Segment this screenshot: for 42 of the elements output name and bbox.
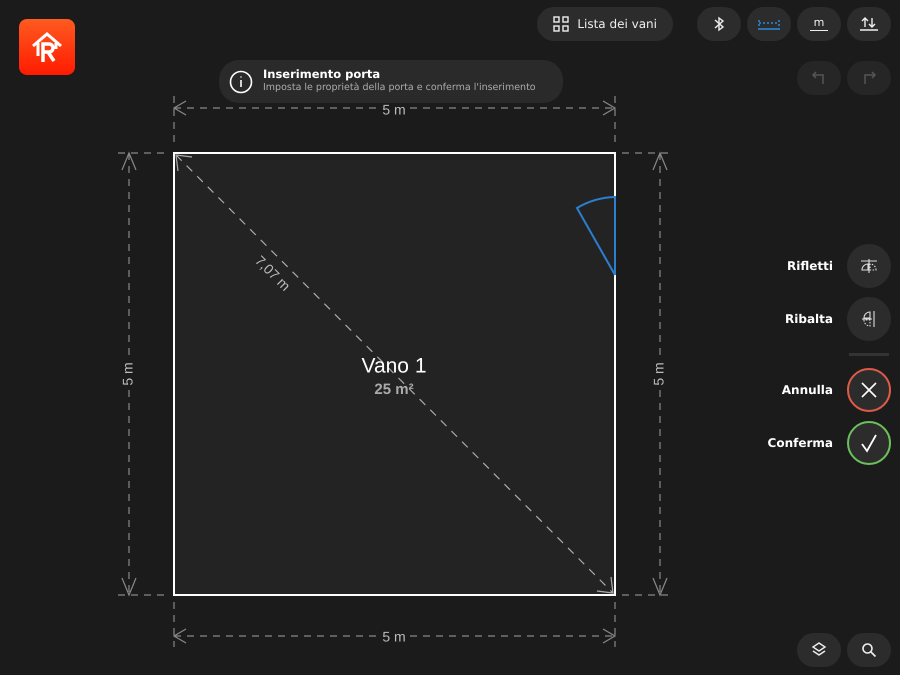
check-icon bbox=[859, 433, 879, 453]
extension-line bbox=[622, 152, 671, 154]
sort-tool-button[interactable] bbox=[847, 7, 891, 41]
toast-title: Inserimento porta bbox=[263, 68, 382, 82]
house-icon bbox=[29, 29, 65, 65]
search-button[interactable] bbox=[847, 633, 891, 667]
layers-icon bbox=[811, 642, 827, 658]
cancel-button[interactable] bbox=[847, 368, 891, 412]
info-icon bbox=[229, 70, 253, 94]
action-label: Rifletti bbox=[787, 258, 833, 275]
dimension-label: 5 m bbox=[650, 362, 667, 386]
mirror-button[interactable] bbox=[847, 244, 891, 288]
ruler-icon bbox=[757, 17, 781, 31]
extension-line bbox=[622, 594, 671, 596]
grid-icon bbox=[553, 16, 570, 32]
toast-message: Imposta le proprietà della porta e conferma l'inserimento bbox=[263, 82, 536, 95]
undo-icon bbox=[811, 71, 827, 85]
app-logo[interactable] bbox=[19, 19, 75, 75]
room-name: Vano 1 bbox=[362, 354, 426, 378]
dimension-label: 7,07 m bbox=[252, 252, 294, 294]
confirm-button[interactable] bbox=[847, 421, 891, 465]
mirror-icon bbox=[859, 258, 879, 274]
action-label: Annulla bbox=[782, 382, 833, 399]
units-tool-button[interactable]: m bbox=[797, 7, 841, 41]
action-label: Ribalta bbox=[785, 311, 833, 328]
search-icon bbox=[861, 642, 877, 658]
dimension-label: 5 m bbox=[382, 628, 406, 645]
room-list-button[interactable]: Lista dei vani bbox=[537, 7, 673, 41]
dimensions-tool-button[interactable] bbox=[747, 7, 791, 41]
extension-line bbox=[614, 602, 616, 647]
flip-icon bbox=[861, 309, 877, 329]
flip-button[interactable] bbox=[847, 297, 891, 341]
sort-icon bbox=[859, 16, 879, 32]
extension-line bbox=[173, 602, 175, 647]
close-icon bbox=[860, 381, 878, 399]
room-area: 25 m² bbox=[374, 380, 414, 398]
bluetooth-icon bbox=[712, 16, 726, 32]
bluetooth-tool-button[interactable] bbox=[697, 7, 741, 41]
action-label: Conferma bbox=[768, 435, 833, 452]
dimension-label: 5 m bbox=[120, 362, 136, 386]
layers-button[interactable] bbox=[797, 633, 841, 667]
dimension-label: 5 m bbox=[382, 102, 406, 118]
